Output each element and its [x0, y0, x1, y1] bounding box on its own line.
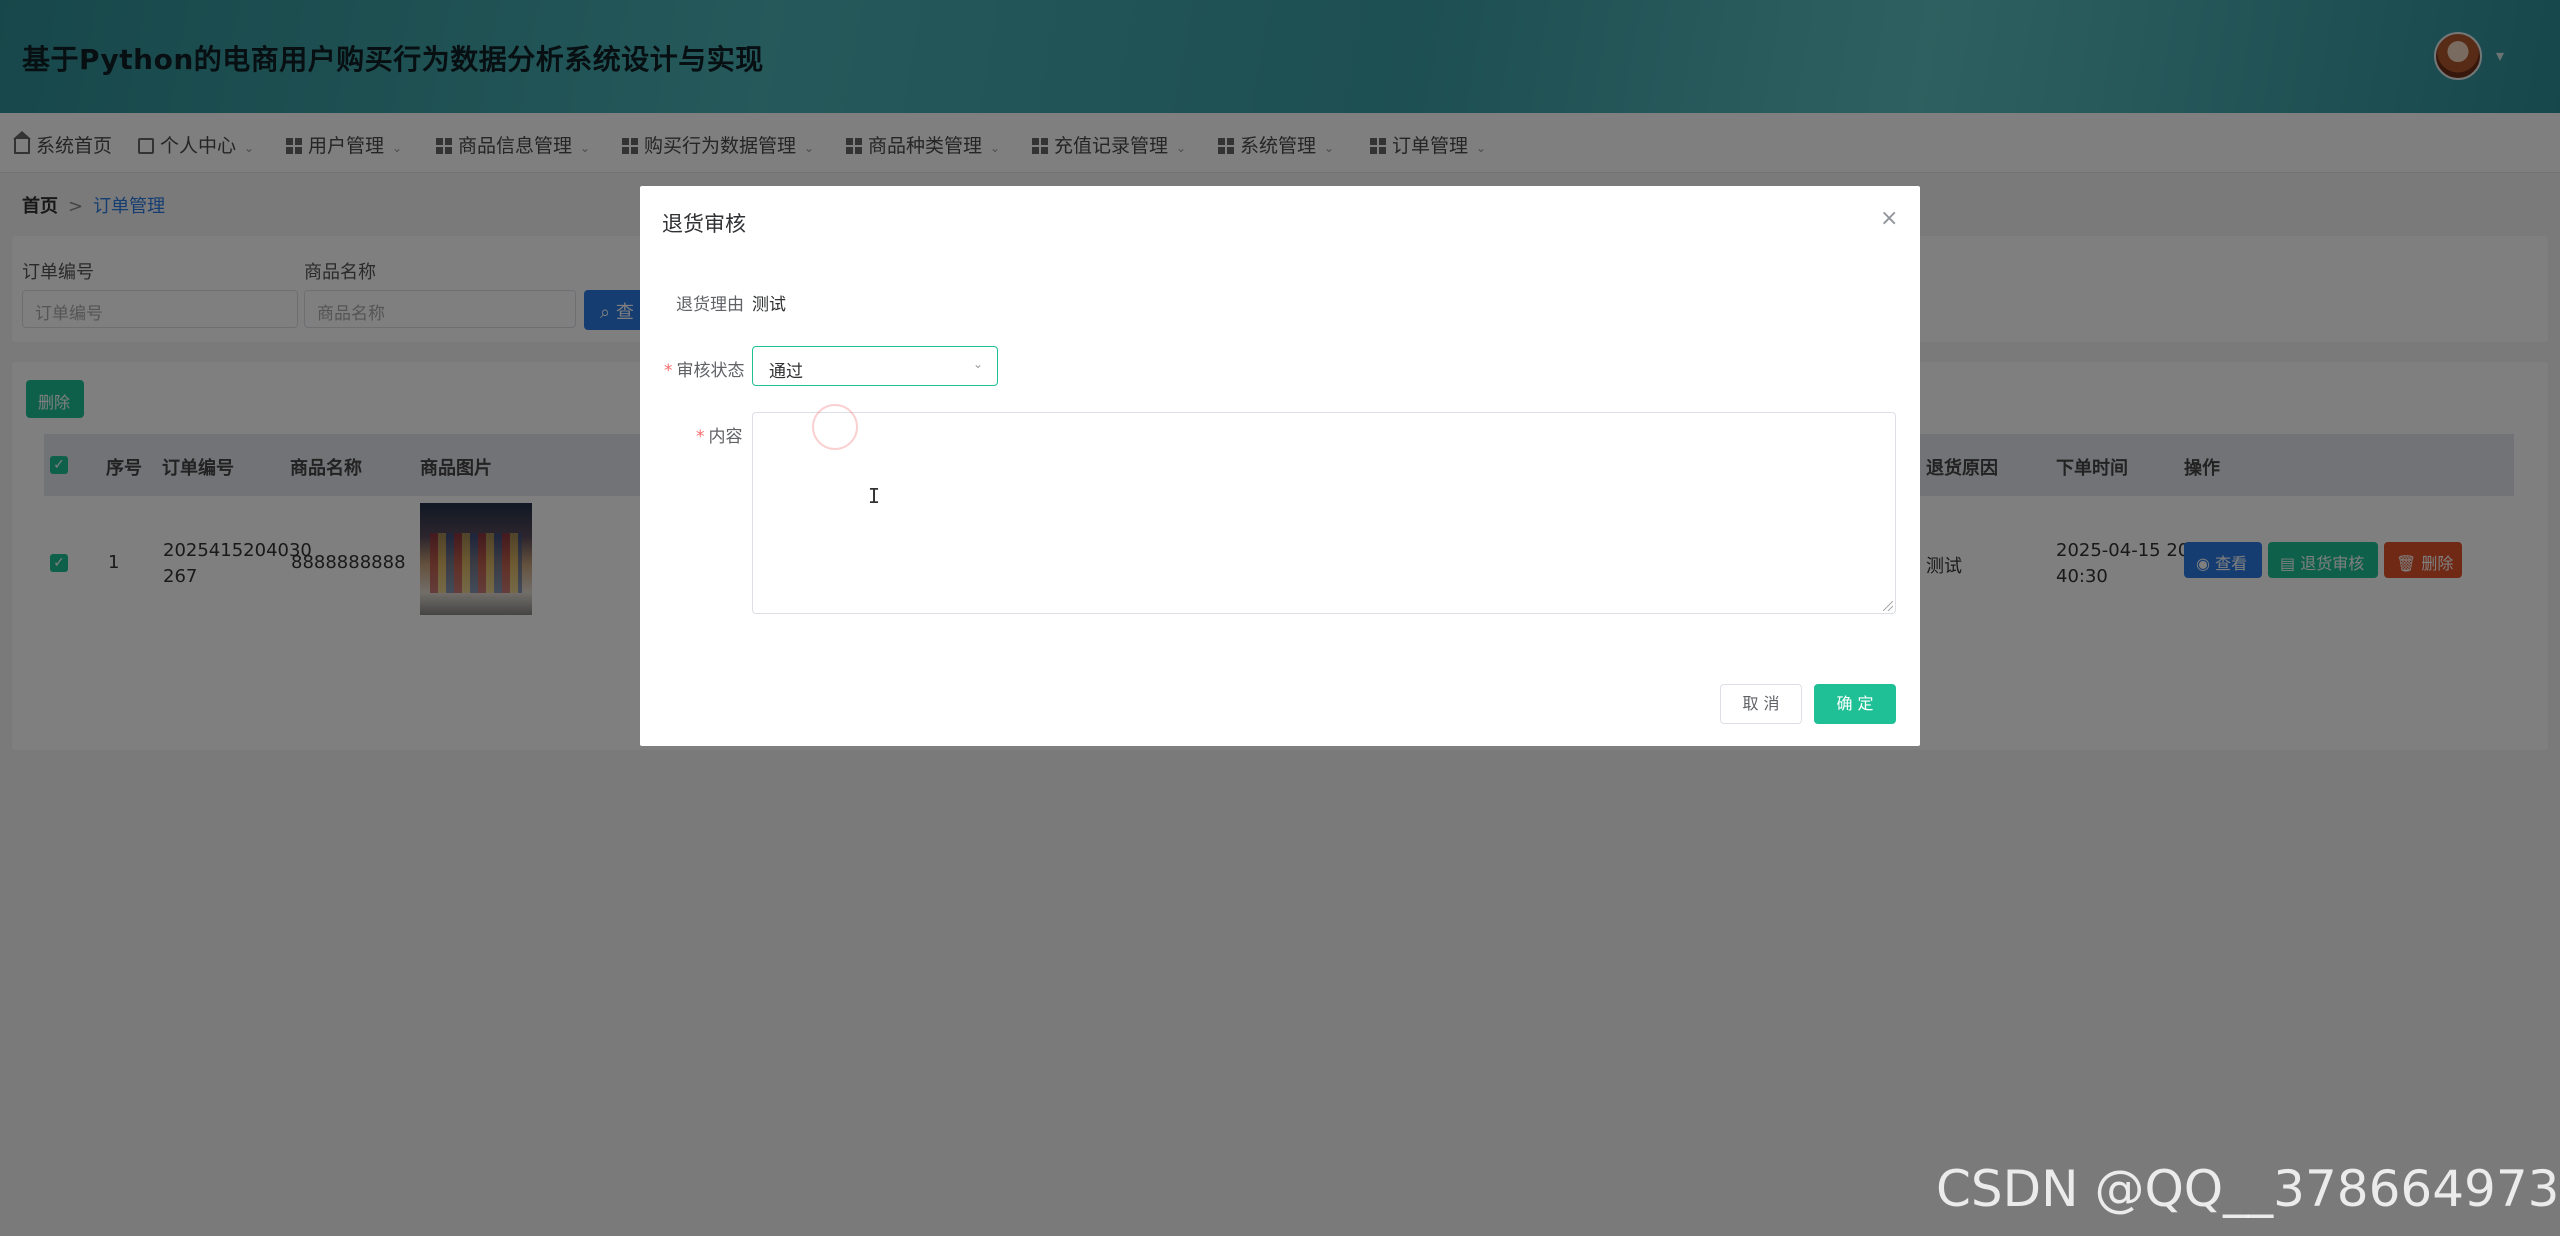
- reason-label: 退货理由: [676, 295, 744, 315]
- click-ripple: [812, 404, 858, 450]
- required-mark: *: [696, 427, 705, 447]
- reason-value: 测试: [752, 295, 786, 315]
- confirm-button[interactable]: 确 定: [1814, 684, 1896, 724]
- status-select-value: 通过: [769, 362, 803, 382]
- required-mark: *: [664, 361, 673, 381]
- content-label: * 内容: [696, 427, 743, 447]
- status-select[interactable]: 通过 ⌄: [752, 346, 998, 386]
- chevron-down-icon: ⌄: [972, 357, 983, 371]
- cancel-button[interactable]: 取 消: [1720, 684, 1802, 724]
- close-icon[interactable]: ×: [1880, 206, 1898, 231]
- return-review-dialog: 退货审核 × 退货理由 测试 * 审核状态 通过 ⌄ * 内容 I 取 消 确 定: [640, 186, 1920, 746]
- content-textarea[interactable]: [752, 412, 1896, 614]
- watermark: CSDN @QQ__3786649731: [1936, 1160, 2560, 1218]
- resize-handle-icon[interactable]: [1883, 601, 1893, 611]
- text-cursor-icon: I: [868, 484, 881, 508]
- dialog-title: 退货审核: [662, 212, 746, 236]
- status-label: * 审核状态: [664, 361, 745, 381]
